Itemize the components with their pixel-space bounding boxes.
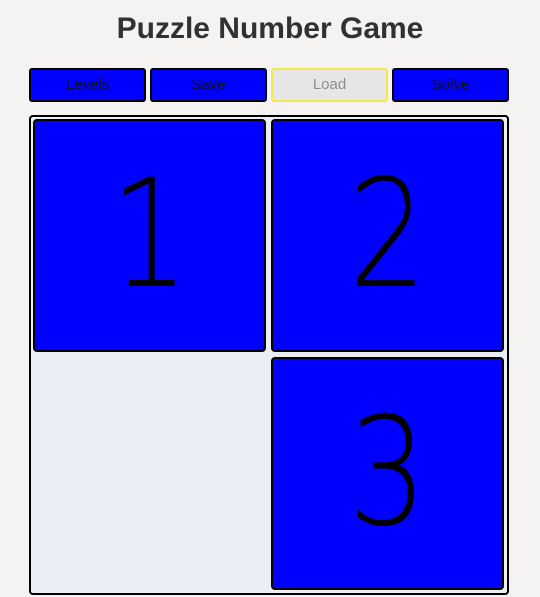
tile-2[interactable]: 2 [271,119,504,352]
save-button[interactable]: Save [150,68,267,102]
levels-button[interactable]: Levels [29,68,146,102]
game-page: Puzzle Number Game Levels Save Load Solv… [0,0,540,597]
solve-button[interactable]: Solve [392,68,509,102]
tile-3[interactable]: 3 [271,357,504,590]
tile-number: 3 [348,386,427,560]
tile-number: 2 [348,148,427,322]
tile-number: 1 [110,148,189,322]
tile-1[interactable]: 1 [33,119,266,352]
load-button: Load [271,68,388,102]
toolbar: Levels Save Load Solve [29,68,509,102]
empty-cell [33,357,266,590]
page-title: Puzzle Number Game [116,12,424,45]
puzzle-board: 1 2 3 [29,115,509,595]
